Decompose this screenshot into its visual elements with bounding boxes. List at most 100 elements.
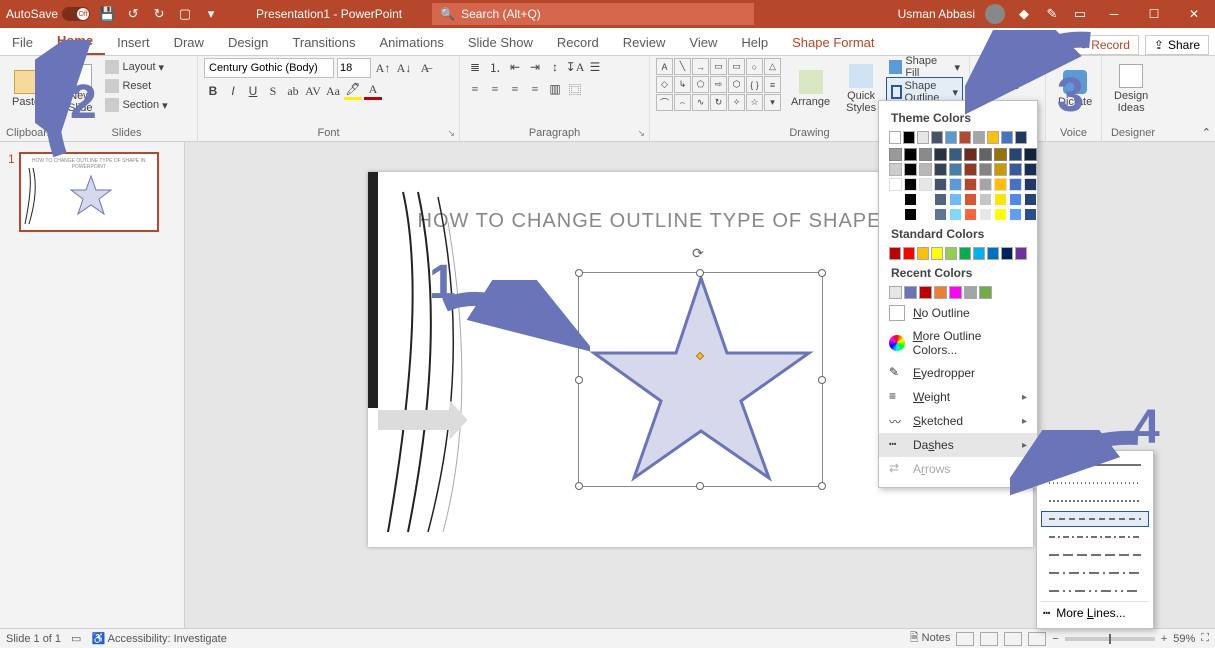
color-tint[interactable] xyxy=(964,208,977,221)
share-button[interactable]: ⇪Share xyxy=(1145,35,1209,55)
zoom-in-button[interactable]: + xyxy=(1161,633,1167,645)
handle-tm[interactable] xyxy=(696,269,704,277)
color-tint[interactable] xyxy=(889,148,902,161)
color-tint[interactable] xyxy=(934,163,947,176)
comments-icon[interactable] xyxy=(1047,36,1065,54)
shapes-gallery[interactable]: A╲→▭▭○△ ◇↳⬠⇨⬡{ }≡ ⌒⌢∿↻✧☆▾ xyxy=(656,58,781,111)
dash-option-long-dash-dot[interactable] xyxy=(1041,565,1149,581)
tab-help[interactable]: Help xyxy=(729,31,780,55)
color-tint[interactable] xyxy=(889,193,902,206)
color-swatch[interactable] xyxy=(917,247,929,260)
tab-shape-format[interactable]: Shape Format xyxy=(780,31,886,55)
color-swatch[interactable] xyxy=(973,131,985,144)
color-tint[interactable] xyxy=(949,148,962,161)
color-tint[interactable] xyxy=(1009,163,1022,176)
italic-button[interactable]: I xyxy=(224,82,242,100)
color-tint[interactable] xyxy=(964,163,977,176)
color-swatch[interactable] xyxy=(903,247,915,260)
normal-view-button[interactable] xyxy=(956,632,974,646)
font-size-combo[interactable] xyxy=(337,58,371,78)
color-swatch[interactable] xyxy=(904,286,917,299)
numbering-button[interactable]: ⒈ xyxy=(486,58,504,76)
tab-file[interactable]: File xyxy=(0,31,45,55)
color-tint[interactable] xyxy=(979,148,992,161)
color-tint[interactable] xyxy=(1009,178,1022,191)
dash-option-long-dash[interactable] xyxy=(1041,547,1149,563)
color-swatch[interactable] xyxy=(973,247,985,260)
dashes-item[interactable]: ┅Dashes▸ xyxy=(879,433,1037,457)
color-tint[interactable] xyxy=(1024,148,1037,161)
handle-br[interactable] xyxy=(818,482,826,490)
tab-design[interactable]: Design xyxy=(216,31,280,55)
color-tint[interactable] xyxy=(994,193,1007,206)
color-tint[interactable] xyxy=(979,193,992,206)
handle-bm[interactable] xyxy=(696,482,704,490)
tab-animations[interactable]: Animations xyxy=(368,31,456,55)
color-swatch[interactable] xyxy=(949,286,962,299)
shadow-button[interactable]: ab xyxy=(284,82,302,100)
record-button[interactable]: ●Record xyxy=(1071,35,1139,55)
color-tint[interactable] xyxy=(919,163,932,176)
dash-option-long-dash-dot-dot[interactable] xyxy=(1041,583,1149,599)
slide-thumbnail-1[interactable]: HOW TO CHANGE OUTLINE TYPE OF SHAPE IN P… xyxy=(19,152,159,232)
color-tint[interactable] xyxy=(934,193,947,206)
color-tint[interactable] xyxy=(979,178,992,191)
color-tint[interactable] xyxy=(964,193,977,206)
ribbon-display-icon[interactable]: ▭ xyxy=(1071,5,1089,23)
color-swatch[interactable] xyxy=(889,247,901,260)
color-swatch[interactable] xyxy=(931,247,943,260)
arrange-button[interactable]: Arrange xyxy=(785,58,836,120)
shape-textbox-icon[interactable]: A xyxy=(656,58,673,75)
color-tint[interactable] xyxy=(919,193,932,206)
color-tint[interactable] xyxy=(979,208,992,221)
dash-option-round-dot[interactable] xyxy=(1041,475,1149,491)
color-tint[interactable] xyxy=(904,148,917,161)
color-tint[interactable] xyxy=(1024,193,1037,206)
bold-button[interactable]: B xyxy=(204,82,222,100)
sketched-item[interactable]: 〰Sketched▸ xyxy=(879,409,1037,433)
tab-view[interactable]: View xyxy=(677,31,729,55)
no-outline-item[interactable]: No Outline xyxy=(879,301,1037,325)
pen-icon[interactable]: ✎ xyxy=(1043,5,1061,23)
zoom-out-button[interactable]: − xyxy=(1052,633,1058,645)
color-tint[interactable] xyxy=(934,208,947,221)
color-swatch[interactable] xyxy=(1015,131,1027,144)
underline-button[interactable]: U xyxy=(244,82,262,100)
tab-home[interactable]: Home xyxy=(45,29,105,55)
fit-window-button[interactable]: ⛶ xyxy=(1201,632,1209,645)
paste-button[interactable]: Paste xyxy=(6,58,46,120)
diamond-icon[interactable]: ◆ xyxy=(1015,5,1033,23)
slideshow-view-button[interactable] xyxy=(1028,632,1046,646)
eyedropper-item[interactable]: ✎Eyedropper xyxy=(879,361,1037,385)
avatar[interactable] xyxy=(985,4,1005,24)
save-icon[interactable]: 💾 xyxy=(98,5,116,23)
reading-view-button[interactable] xyxy=(1004,632,1022,646)
autosave-toggle[interactable]: AutoSave Off xyxy=(6,7,90,21)
reset-button[interactable]: Reset xyxy=(102,77,170,95)
char-spacing-button[interactable]: AV xyxy=(304,82,322,100)
color-swatch[interactable] xyxy=(1015,247,1027,260)
color-tint[interactable] xyxy=(964,148,977,161)
color-tint[interactable] xyxy=(1009,148,1022,161)
color-tint[interactable] xyxy=(949,178,962,191)
dash-option-dash-dot[interactable] xyxy=(1041,529,1149,545)
qat-more-icon[interactable]: ▾ xyxy=(202,5,220,23)
arrows-item[interactable]: ⇄Arrows▸ xyxy=(879,457,1037,481)
color-tint[interactable] xyxy=(1024,163,1037,176)
color-tint[interactable] xyxy=(994,148,1007,161)
design-ideas-button[interactable]: Design Ideas xyxy=(1108,58,1154,120)
dash-option-square-dot[interactable] xyxy=(1041,493,1149,509)
zoom-slider[interactable] xyxy=(1065,637,1155,641)
color-tint[interactable] xyxy=(949,193,962,206)
color-swatch[interactable] xyxy=(987,131,999,144)
color-swatch[interactable] xyxy=(987,247,999,260)
clear-format-icon[interactable]: A̶ xyxy=(416,59,434,77)
color-tint[interactable] xyxy=(1024,208,1037,221)
slideshow-icon[interactable]: ▢ xyxy=(176,5,194,23)
color-tint[interactable] xyxy=(949,163,962,176)
align-left-button[interactable]: ≡ xyxy=(466,80,484,98)
color-swatch[interactable] xyxy=(959,131,971,144)
close-button[interactable]: ✕ xyxy=(1179,2,1209,26)
color-tint[interactable] xyxy=(904,193,917,206)
paragraph-launcher-icon[interactable]: ↘ xyxy=(637,128,645,139)
